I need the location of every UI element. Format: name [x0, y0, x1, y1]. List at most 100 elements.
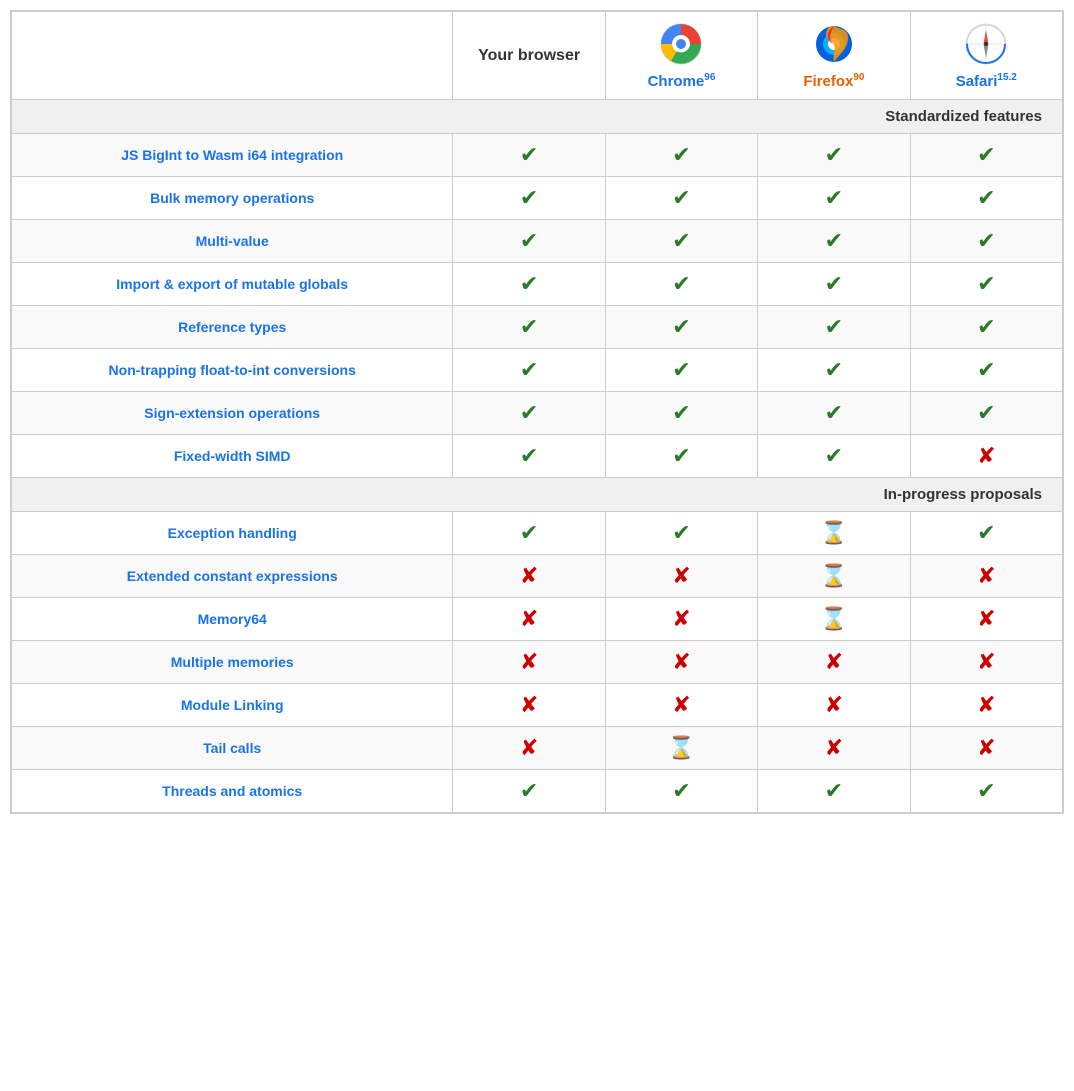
- table-row: Tail calls✘⌛✘✘: [12, 727, 1063, 770]
- firefox-cell: ✘: [758, 684, 910, 727]
- feature-label: Sign-extension operations: [12, 392, 453, 435]
- chrome-cell: ✔: [605, 263, 757, 306]
- table-row: Reference types✔✔✔✔: [12, 306, 1063, 349]
- your-browser-cell: ✔: [453, 134, 605, 177]
- chrome-cell: ✘: [605, 684, 757, 727]
- your-browser-cell: ✔: [453, 435, 605, 478]
- table-row: Import & export of mutable globals✔✔✔✔: [12, 263, 1063, 306]
- section-header-0: Standardized features: [12, 100, 1063, 134]
- table-row: Multi-value✔✔✔✔: [12, 220, 1063, 263]
- safari-cell: ✔: [910, 134, 1062, 177]
- your-browser-cell: ✘: [453, 684, 605, 727]
- your-browser-cell: ✘: [453, 598, 605, 641]
- firefox-cell: ✔: [758, 306, 910, 349]
- your-browser-cell: ✔: [453, 220, 605, 263]
- safari-column-header: Safari15.2: [910, 12, 1062, 100]
- your-browser-cell: ✘: [453, 727, 605, 770]
- chrome-cell: ✔: [605, 306, 757, 349]
- feature-label: Threads and atomics: [12, 770, 453, 813]
- your-browser-cell: ✔: [453, 392, 605, 435]
- your-browser-cell: ✔: [453, 177, 605, 220]
- safari-cell: ✘: [910, 684, 1062, 727]
- your-browser-column-header: Your browser: [453, 12, 605, 100]
- firefox-column-header: Firefox90: [758, 12, 910, 100]
- compatibility-table: Your browser: [10, 10, 1064, 814]
- table-body: Standardized featuresJS BigInt to Wasm i…: [12, 100, 1063, 813]
- safari-cell: ✔: [910, 392, 1062, 435]
- feature-label: Non-trapping float-to-int conversions: [12, 349, 453, 392]
- firefox-cell: ✔: [758, 263, 910, 306]
- table-row: JS BigInt to Wasm i64 integration✔✔✔✔: [12, 134, 1063, 177]
- your-browser-cell: ✔: [453, 349, 605, 392]
- safari-cell: ✘: [910, 641, 1062, 684]
- your-browser-cell: ✘: [453, 555, 605, 598]
- safari-cell: ✘: [910, 555, 1062, 598]
- feature-label: Fixed-width SIMD: [12, 435, 453, 478]
- firefox-cell: ⌛: [758, 512, 910, 555]
- your-browser-cell: ✘: [453, 641, 605, 684]
- table-row: Sign-extension operations✔✔✔✔: [12, 392, 1063, 435]
- feature-label: Multiple memories: [12, 641, 453, 684]
- firefox-cell: ✔: [758, 770, 910, 813]
- safari-cell: ✘: [910, 727, 1062, 770]
- feature-label: Extended constant expressions: [12, 555, 453, 598]
- table-header: Your browser: [12, 12, 1063, 100]
- chrome-column-header: Chrome96: [605, 12, 757, 100]
- safari-icon: [962, 20, 1010, 68]
- feature-label: Multi-value: [12, 220, 453, 263]
- feature-column-header: [12, 12, 453, 100]
- feature-label: Exception handling: [12, 512, 453, 555]
- safari-cell: ✘: [910, 435, 1062, 478]
- feature-label: JS BigInt to Wasm i64 integration: [12, 134, 453, 177]
- firefox-cell: ✔: [758, 177, 910, 220]
- your-browser-cell: ✔: [453, 263, 605, 306]
- safari-cell: ✘: [910, 598, 1062, 641]
- section-header-1: In-progress proposals: [12, 478, 1063, 512]
- firefox-cell: ✔: [758, 349, 910, 392]
- chrome-cell: ✔: [605, 349, 757, 392]
- chrome-cell: ✔: [605, 770, 757, 813]
- table-row: Bulk memory operations✔✔✔✔: [12, 177, 1063, 220]
- table-row: Non-trapping float-to-int conversions✔✔✔…: [12, 349, 1063, 392]
- table-row: Multiple memories✘✘✘✘: [12, 641, 1063, 684]
- feature-label: Module Linking: [12, 684, 453, 727]
- feature-label: Import & export of mutable globals: [12, 263, 453, 306]
- your-browser-cell: ✔: [453, 306, 605, 349]
- chrome-cell: ✘: [605, 641, 757, 684]
- chrome-cell: ✔: [605, 220, 757, 263]
- firefox-icon: [810, 20, 858, 68]
- safari-cell: ✔: [910, 306, 1062, 349]
- your-browser-cell: ✔: [453, 512, 605, 555]
- table-row: Threads and atomics✔✔✔✔: [12, 770, 1063, 813]
- firefox-cell: ✘: [758, 641, 910, 684]
- firefox-cell: ✘: [758, 727, 910, 770]
- chrome-version: 96: [704, 72, 715, 83]
- table-row: Exception handling✔✔⌛✔: [12, 512, 1063, 555]
- chrome-cell: ✔: [605, 134, 757, 177]
- feature-label: Bulk memory operations: [12, 177, 453, 220]
- table-row: Fixed-width SIMD✔✔✔✘: [12, 435, 1063, 478]
- chrome-cell: ✔: [605, 435, 757, 478]
- chrome-cell: ✘: [605, 555, 757, 598]
- feature-label: Tail calls: [12, 727, 453, 770]
- section-title-1: In-progress proposals: [12, 478, 1063, 512]
- table-row: Memory64✘✘⌛✘: [12, 598, 1063, 641]
- safari-cell: ✔: [910, 770, 1062, 813]
- safari-cell: ✔: [910, 349, 1062, 392]
- firefox-cell: ⌛: [758, 555, 910, 598]
- chrome-browser-name: Chrome96: [648, 73, 716, 90]
- safari-cell: ✔: [910, 177, 1062, 220]
- table-row: Extended constant expressions✘✘⌛✘: [12, 555, 1063, 598]
- chrome-cell: ✘: [605, 598, 757, 641]
- firefox-version: 90: [853, 72, 864, 83]
- firefox-cell: ✔: [758, 392, 910, 435]
- chrome-icon: [657, 20, 705, 68]
- chrome-cell: ✔: [605, 177, 757, 220]
- feature-label: Reference types: [12, 306, 453, 349]
- chrome-cell: ✔: [605, 392, 757, 435]
- firefox-cell: ✔: [758, 220, 910, 263]
- chrome-cell: ✔: [605, 512, 757, 555]
- your-browser-cell: ✔: [453, 770, 605, 813]
- chrome-cell: ⌛: [605, 727, 757, 770]
- feature-label: Memory64: [12, 598, 453, 641]
